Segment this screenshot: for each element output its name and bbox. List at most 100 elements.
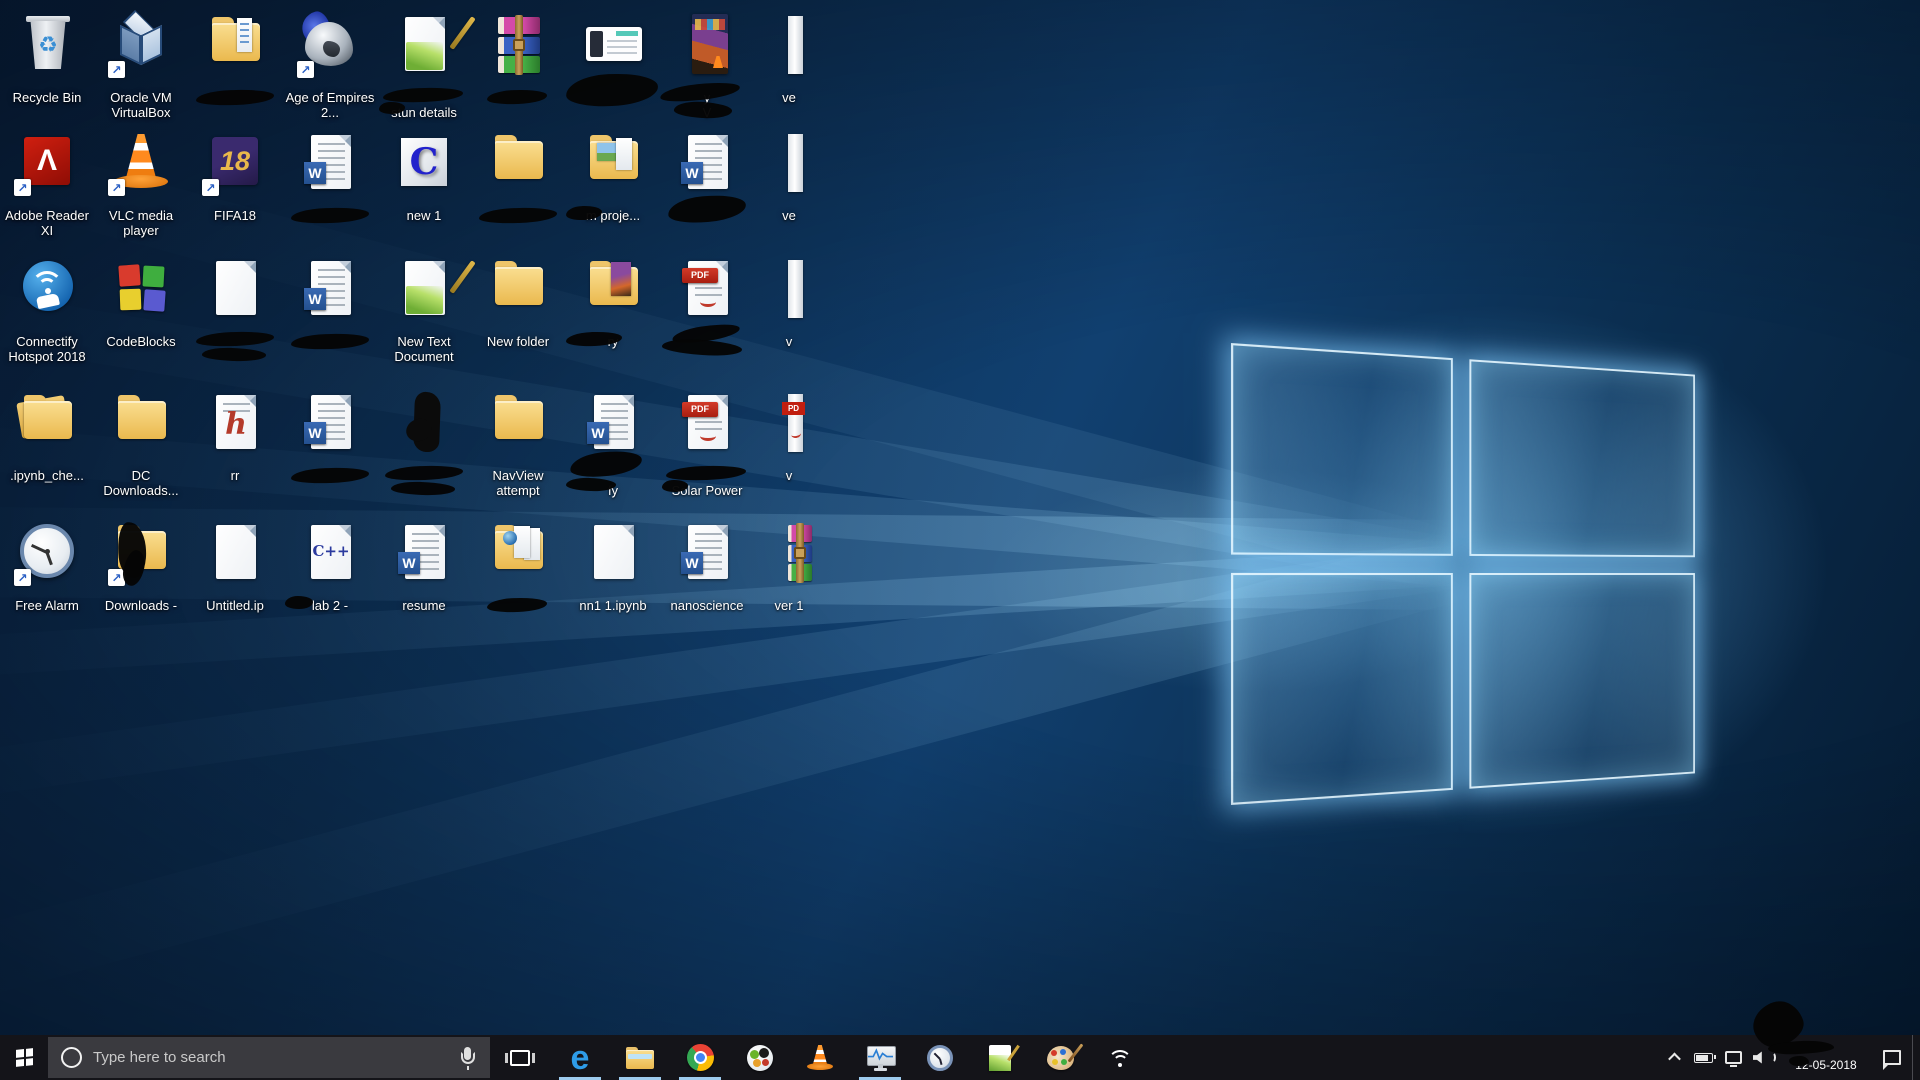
dc-downloads-icon — [107, 392, 175, 456]
windows-desktop: ♻ Recycle Bin ↗ Oracle VM VirtualBox ↗ Age of… — [0, 0, 1920, 1080]
censor-scribble — [291, 333, 369, 351]
icon-label: Recycle Bin — [0, 90, 94, 105]
ipynb-checkpoints[interactable]: .ipynb_che... — [0, 392, 94, 508]
censor-scribble — [667, 193, 747, 226]
taskbar-wifi-hotspot[interactable] — [1090, 1035, 1150, 1080]
folder-ry[interactable]: ry — [566, 258, 660, 374]
shortcut-arrow-icon: ↗ — [108, 61, 125, 78]
icon-label: Oracle VM VirtualBox — [94, 90, 188, 120]
search-input[interactable]: Type here to search — [48, 1037, 490, 1078]
new-folder-icon — [484, 258, 552, 322]
free-alarm[interactable]: ↗ Free Alarm — [0, 522, 94, 638]
censor-scribble — [487, 597, 547, 613]
battery-icon[interactable] — [1688, 1035, 1718, 1080]
fifa18[interactable]: 18 ↗ FIFA18 — [188, 132, 282, 248]
adobe-reader-xi[interactable]: Λ ↗ Adobe Reader XI — [0, 132, 94, 248]
word-redacted-2[interactable]: W — [660, 132, 754, 248]
dc-downloads[interactable]: DC Downloads... — [94, 392, 188, 508]
ipynb-checkpoints-icon — [13, 392, 81, 456]
taskbar-alarm-clock[interactable] — [910, 1035, 970, 1080]
game-redacted[interactable]: yV — [660, 14, 754, 130]
icon-label: nanoscience — [660, 598, 754, 613]
adobe-reader-xi-icon: Λ ↗ — [13, 132, 81, 196]
word-fy-icon: W — [579, 392, 647, 456]
taskbar-photoscape[interactable] — [730, 1035, 790, 1080]
recycle-bin-icon: ♻ — [13, 14, 81, 78]
vlc-media-player[interactable]: ↗ VLC media player — [94, 132, 188, 248]
taskbar-system-monitor[interactable] — [850, 1035, 910, 1080]
censor-scribble — [487, 89, 547, 105]
icon-label: resume — [377, 598, 471, 613]
recycle-bin[interactable]: ♻ Recycle Bin — [0, 14, 94, 130]
word-redacted-3-icon: W — [296, 258, 364, 322]
folder-redacted-1[interactable] — [188, 14, 282, 130]
folder-proje[interactable]: m proje... — [566, 132, 660, 248]
censor-scribble — [196, 331, 274, 348]
word-redacted-3[interactable]: W — [283, 258, 377, 374]
untitled-ipynb[interactable]: Untitled.ip — [188, 522, 282, 638]
action-center-icon[interactable] — [1872, 1035, 1912, 1080]
downloads[interactable]: ↗ Downloads - — [94, 522, 188, 638]
ver-1[interactable]: ver 1 — [742, 522, 836, 638]
edge-icon: e — [571, 1038, 590, 1078]
display-icon[interactable] — [1718, 1035, 1748, 1080]
rr[interactable]: h rr — [188, 392, 282, 508]
game-redacted-icon — [673, 14, 741, 78]
screenshot-redacted[interactable] — [566, 14, 660, 130]
icon-label: Connectify Hotspot 2018 — [0, 334, 94, 364]
doc-ve-1[interactable]: ve — [742, 14, 836, 130]
doc-stun-details[interactable]: stun details — [377, 14, 471, 130]
windows-start-icon — [16, 1048, 33, 1067]
taskbar-apps: e — [490, 1035, 1150, 1080]
word-fy[interactable]: Wfy — [566, 392, 660, 508]
folder-redacted-2[interactable] — [471, 132, 565, 248]
icon-redacted[interactable] — [377, 392, 471, 508]
screenshot-redacted-icon — [579, 14, 647, 78]
icon-label: Adobe Reader XI — [0, 208, 94, 238]
microphone-icon[interactable] — [458, 1046, 477, 1070]
age-of-empires-2[interactable]: ↗ Age of Empires 2... — [283, 14, 377, 130]
pdf-redacted-1[interactable]: PDF — [660, 258, 754, 374]
nn1-ipynb[interactable]: nn1 1.ipynb — [566, 522, 660, 638]
new-folder[interactable]: New folder — [471, 258, 565, 374]
shortcut-arrow-icon: ↗ — [202, 179, 219, 196]
new-1[interactable]: Cnew 1 — [377, 132, 471, 248]
taskbar-file-explorer[interactable] — [610, 1035, 670, 1080]
word-redacted-4[interactable]: W — [283, 392, 377, 508]
start-button[interactable] — [0, 1035, 48, 1080]
connectify-hotspot-2018[interactable]: Connectify Hotspot 2018 — [0, 258, 94, 374]
new-text-document[interactable]: New Text Document — [377, 258, 471, 374]
notepad-plus-plus-icon — [989, 1045, 1011, 1071]
taskbar-paint-palette[interactable] — [1030, 1035, 1090, 1080]
doc-ve-2[interactable]: ve — [742, 132, 836, 248]
tray-chevron-icon[interactable] — [1660, 1035, 1688, 1080]
navview-attempt-icon — [484, 392, 552, 456]
shortcut-arrow-icon: ↗ — [297, 61, 314, 78]
icon-label: Untitled.ip — [188, 598, 282, 613]
censor-scribble — [291, 207, 369, 225]
show-desktop-button[interactable] — [1912, 1035, 1920, 1080]
solar-power[interactable]: PDF Solar Power — [660, 392, 754, 508]
lab-2[interactable]: C++ lab 2 - — [283, 522, 377, 638]
censor-scribble — [385, 465, 463, 482]
taskbar-task-view[interactable] — [490, 1035, 550, 1080]
oracle-vm-virtualbox[interactable]: ↗ Oracle VM VirtualBox — [94, 14, 188, 130]
taskbar-notepad-plus-plus[interactable] — [970, 1035, 1030, 1080]
ver-1-icon — [755, 522, 823, 586]
rar-redacted[interactable] — [471, 14, 565, 130]
resume[interactable]: Wresume — [377, 522, 471, 638]
pdf-v[interactable]: PD v — [742, 392, 836, 508]
folder-redacted-3[interactable] — [471, 522, 565, 638]
taskbar-vlc[interactable] — [790, 1035, 850, 1080]
censor-scribble — [1789, 1056, 1809, 1067]
taskbar-edge[interactable]: e — [550, 1035, 610, 1080]
word-redacted-1[interactable]: W — [283, 132, 377, 248]
taskbar-chrome[interactable] — [670, 1035, 730, 1080]
codeblocks[interactable]: CodeBlocks — [94, 258, 188, 374]
doc-v-1[interactable]: v — [742, 258, 836, 374]
nanoscience[interactable]: Wnanoscience — [660, 522, 754, 638]
file-explorer-icon — [626, 1047, 654, 1069]
paper-redacted[interactable] — [188, 258, 282, 374]
navview-attempt[interactable]: NavView attempt — [471, 392, 565, 508]
icon-label: rr — [188, 468, 282, 483]
